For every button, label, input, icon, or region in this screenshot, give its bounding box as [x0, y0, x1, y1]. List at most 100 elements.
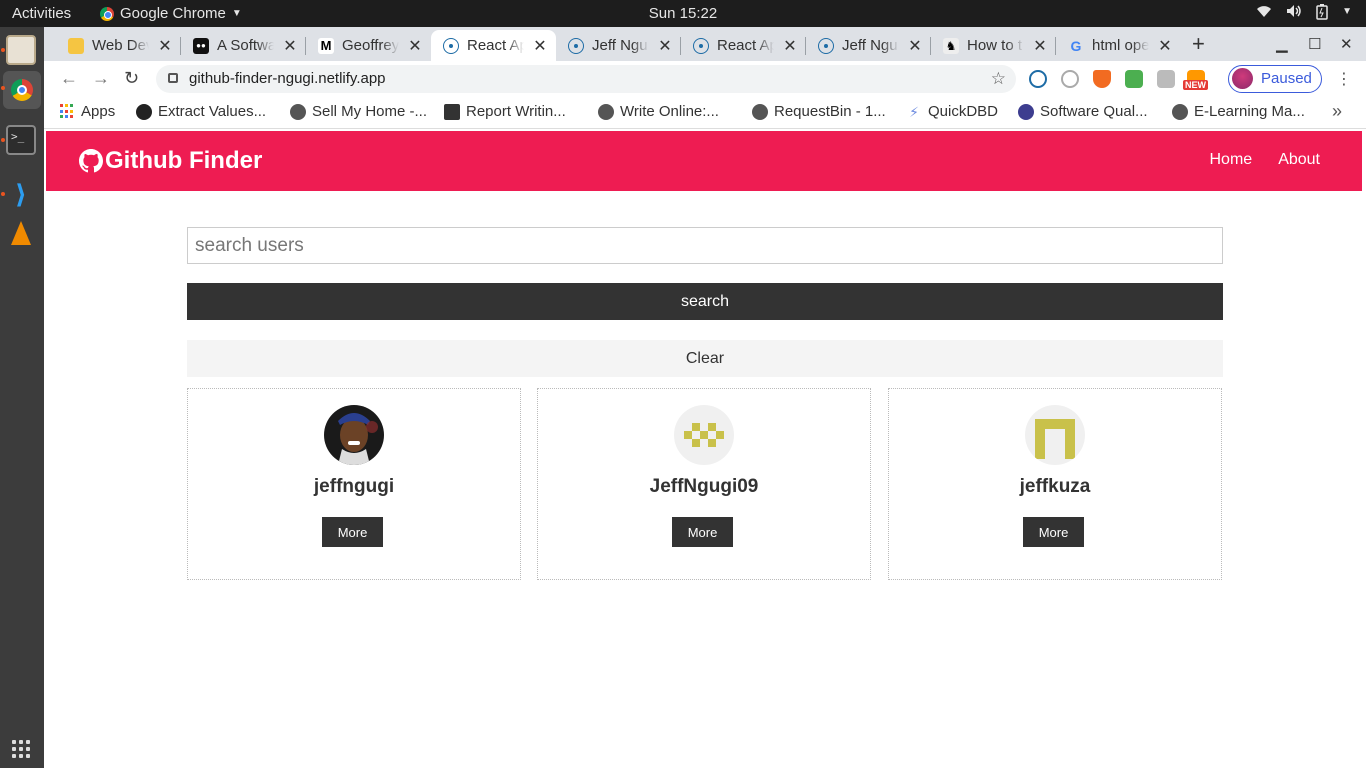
- tab[interactable]: React Ap ✕: [681, 30, 806, 61]
- bookmark-apps[interactable]: Apps: [60, 103, 115, 120]
- close-icon[interactable]: ✕: [657, 36, 673, 56]
- tab[interactable]: Web Dev ✕: [56, 30, 181, 61]
- react-icon: [443, 37, 459, 54]
- medium-m-icon: M: [318, 37, 334, 54]
- more-button[interactable]: More: [322, 517, 383, 547]
- tab-title: Geoffrey: [342, 37, 399, 54]
- close-icon[interactable]: ✕: [532, 36, 548, 56]
- bookmark-item[interactable]: Software Qual...: [1018, 103, 1148, 120]
- react-icon: [693, 37, 709, 54]
- bookmark-item[interactable]: Report Writin...: [444, 103, 566, 120]
- running-indicator: [1, 48, 5, 52]
- bookmark-label: Report Writin...: [466, 103, 566, 120]
- tab-title: html ope: [1092, 37, 1149, 54]
- bookmark-item[interactable]: Write Online:...: [598, 103, 719, 120]
- brand[interactable]: Github Finder: [79, 147, 262, 175]
- react-icon: [568, 37, 584, 54]
- tab[interactable]: Jeff Ngu ✕: [556, 30, 681, 61]
- activities-button[interactable]: Activities: [12, 5, 71, 22]
- vlc-icon[interactable]: [6, 219, 36, 249]
- download-extension-icon[interactable]: [1125, 70, 1143, 88]
- tab-title: Web Dev: [92, 37, 149, 54]
- url-text[interactable]: github-finder-ngugi.netlify.app: [189, 70, 386, 87]
- system-tray[interactable]: ▼: [1256, 4, 1352, 23]
- caret-down-icon: ▼: [231, 8, 242, 19]
- nav-home-link[interactable]: Home: [1210, 151, 1253, 169]
- tab[interactable]: ●● A Softwa ✕: [181, 30, 306, 61]
- minimize-button[interactable]: ▁: [1276, 35, 1288, 53]
- globe-icon: [752, 103, 768, 120]
- tab-title: A Softwa: [217, 37, 274, 54]
- address-bar[interactable]: github-finder-ngugi.netlify.app ☆: [156, 65, 1016, 93]
- chrome-icon[interactable]: [3, 71, 41, 109]
- tab-title: React Ap: [467, 37, 524, 54]
- reader-extension-icon[interactable]: [1157, 70, 1175, 88]
- nav-about-link[interactable]: About: [1278, 151, 1320, 169]
- brand-title: Github Finder: [105, 147, 263, 174]
- tab[interactable]: M Geoffrey ✕: [306, 30, 431, 61]
- bookmark-item[interactable]: Extract Values...: [136, 103, 266, 120]
- clear-button[interactable]: Clear: [187, 340, 1223, 377]
- construction-icon: [68, 37, 84, 54]
- tab-title: React Ap: [717, 37, 774, 54]
- globe-icon: [1172, 103, 1188, 120]
- back-arrow-icon[interactable]: ←: [60, 68, 78, 89]
- close-icon[interactable]: ✕: [907, 36, 923, 56]
- bookmark-item[interactable]: ⚡ QuickDBD: [906, 103, 998, 120]
- menu-icon[interactable]: ⋮: [1336, 69, 1352, 89]
- terminal-icon[interactable]: >_: [6, 125, 36, 155]
- app-menu[interactable]: Google Chrome ▼: [100, 5, 242, 22]
- new-tab-button[interactable]: +: [1192, 31, 1205, 57]
- profile-status: Paused: [1261, 70, 1312, 87]
- close-icon[interactable]: ✕: [282, 36, 298, 56]
- apps-grid-icon: [60, 104, 75, 119]
- report-icon: [444, 103, 460, 120]
- tab[interactable]: ♞ How to t ✕: [931, 30, 1056, 61]
- react-devtools-extension-icon[interactable]: [1029, 70, 1047, 88]
- software-quality-icon: [1018, 103, 1034, 120]
- user-login: jeffkuza: [1019, 476, 1091, 497]
- bookmark-label: Software Qual...: [1040, 103, 1148, 120]
- close-icon[interactable]: ✕: [782, 36, 798, 56]
- running-indicator: [1, 138, 5, 142]
- close-icon[interactable]: ✕: [157, 36, 173, 56]
- bookmark-label: QuickDBD: [928, 103, 999, 120]
- tab-title: Jeff Ngu: [842, 37, 898, 54]
- bookmark-label: Extract Values...: [158, 103, 267, 120]
- tab-active[interactable]: React Ap ✕: [431, 30, 556, 61]
- chevron-double-right-icon[interactable]: »: [1332, 101, 1342, 122]
- close-icon[interactable]: ✕: [407, 36, 423, 56]
- bookmark-item[interactable]: RequestBin - 1...: [752, 103, 886, 120]
- profile-button[interactable]: Paused: [1228, 65, 1322, 93]
- new-badge: NEW: [1183, 80, 1208, 90]
- avatar: [1232, 68, 1253, 89]
- tab-strip: Web Dev ✕ ●● A Softwa ✕ M Geoffrey ✕ Rea…: [44, 27, 1366, 61]
- forward-arrow-icon[interactable]: →: [92, 68, 110, 89]
- bookmark-label: E-Learning Ma...: [1194, 103, 1305, 120]
- close-window-button[interactable]: ✕: [1340, 35, 1353, 53]
- tab[interactable]: Jeff Ngu ✕: [806, 30, 931, 61]
- search-button[interactable]: search: [187, 283, 1223, 320]
- files-icon[interactable]: [6, 35, 36, 65]
- timer-extension-icon[interactable]: [1061, 70, 1079, 88]
- avatar: [674, 405, 734, 465]
- bookmark-item[interactable]: Sell My Home -...: [290, 103, 427, 120]
- reload-icon[interactable]: ↻: [124, 68, 139, 89]
- maximize-button[interactable]: ☐: [1308, 35, 1321, 53]
- more-button[interactable]: More: [672, 517, 733, 547]
- bookmark-item[interactable]: E-Learning Ma...: [1172, 103, 1305, 120]
- more-button[interactable]: More: [1023, 517, 1084, 547]
- close-icon[interactable]: ✕: [1157, 36, 1173, 56]
- user-card: jeffngugi More: [187, 388, 521, 580]
- bookmark-star-icon[interactable]: ☆: [991, 65, 1006, 93]
- vscode-icon[interactable]: ⟩: [6, 179, 36, 209]
- close-icon[interactable]: ✕: [1032, 36, 1048, 56]
- lock-icon[interactable]: [168, 73, 178, 83]
- brave-extension-icon[interactable]: [1093, 70, 1111, 88]
- bookmark-label: Apps: [81, 103, 116, 120]
- globe-icon: [290, 103, 306, 120]
- show-applications-icon[interactable]: [12, 740, 30, 758]
- search-input[interactable]: [187, 227, 1223, 264]
- running-indicator: [1, 192, 5, 196]
- tab[interactable]: G html ope ✕: [1056, 30, 1181, 61]
